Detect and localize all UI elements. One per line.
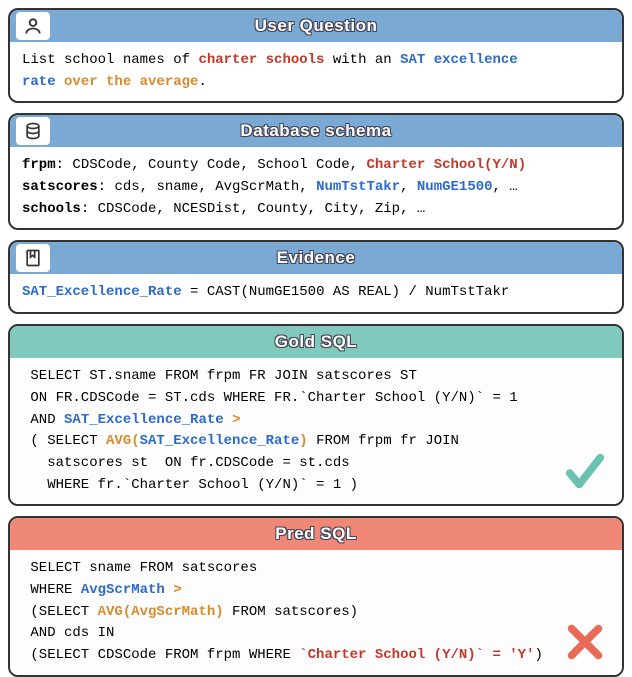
header-evidence: Evidence [10, 242, 622, 274]
text-span: ON FR.CDSCode = ST.cds WHERE FR.`Charter… [22, 390, 518, 406]
title-pred: Pred SQL [20, 524, 612, 544]
text-span: AvgScrMath [81, 582, 165, 598]
check-icon [562, 448, 608, 494]
text-span: . [198, 74, 206, 90]
title-schema: Database schema [20, 121, 612, 141]
text-span: FROM satscores) [224, 604, 358, 620]
code-line: List school names of charter schools wit… [22, 50, 610, 72]
text-span [224, 412, 232, 428]
text-span: WHERE [22, 582, 81, 598]
panel-pred-sql: Pred SQL SELECT sname FROM satscores WHE… [8, 516, 624, 676]
code-line: ON FR.CDSCode = ST.cds WHERE FR.`Charter… [22, 388, 610, 410]
text-span: ) [535, 647, 543, 663]
text-span: AVG(AvgScrMath) [98, 604, 224, 620]
table-name: frpm [22, 157, 56, 173]
text-span: SAT_Excellence_Rate [140, 433, 300, 449]
code-line: satscores st ON fr.CDSCode = st.cds [22, 453, 610, 475]
table-name: satscores [22, 179, 98, 195]
text-span: WHERE fr.`Charter School (Y/N)` = 1 ) [22, 477, 358, 493]
user-icon [16, 12, 50, 40]
text-span: SAT_Excellence_Rate [22, 284, 182, 300]
body-evidence: SAT_Excellence_Rate = CAST(NumGE1500 AS … [10, 274, 622, 312]
body-pred: SELECT sname FROM satscores WHERE AvgScr… [10, 550, 622, 674]
text-span: SAT_Excellence_Rate [64, 412, 224, 428]
body-user-question: List school names of charter schools wit… [10, 42, 622, 101]
title-gold: Gold SQL [20, 332, 612, 352]
text-span: with an [324, 52, 400, 68]
header-user-question: User Question [10, 10, 622, 42]
text-span: = CAST(NumGE1500 AS REAL) / NumTstTakr [182, 284, 510, 300]
code-line: WHERE AvgScrMath > [22, 580, 610, 602]
code-line: rate over the average. [22, 72, 610, 94]
code-line: AND cds IN [22, 623, 610, 645]
text-span: AND cds IN [22, 625, 114, 641]
header-schema: Database schema [10, 115, 622, 147]
header-gold: Gold SQL [10, 326, 622, 358]
panel-evidence: Evidence SAT_Excellence_Rate = CAST(NumG… [8, 240, 624, 314]
database-icon [16, 117, 50, 145]
schema-row: frpm: CDSCode, County Code, School Code,… [22, 155, 610, 177]
text-span: charter schools [198, 52, 324, 68]
text-span: SELECT sname FROM satscores [22, 560, 257, 576]
body-gold: SELECT ST.sname FROM frpm FR JOIN satsco… [10, 358, 622, 504]
text-span: > [173, 582, 181, 598]
text-span: > [232, 412, 240, 428]
table-name: schools [22, 201, 81, 217]
schema-row: schools: CDSCode, NCESDist, County, City… [22, 199, 610, 221]
panel-gold-sql: Gold SQL SELECT ST.sname FROM frpm FR JO… [8, 324, 624, 506]
title-user-question: User Question [20, 16, 612, 36]
code-line: (SELECT CDSCode FROM frpm WHERE `Charter… [22, 645, 610, 667]
text-span: ( SELECT [22, 433, 106, 449]
text-span: SAT excellence [400, 52, 518, 68]
panel-user-question: User Question List school names of chart… [8, 8, 624, 103]
text-span: over the average [64, 74, 198, 90]
text-span: (SELECT [22, 604, 98, 620]
panel-schema: Database schema frpm: CDSCode, County Co… [8, 113, 624, 230]
text-span: FROM frpm fr JOIN [308, 433, 459, 449]
bookmark-icon [16, 244, 50, 272]
schema-row: satscores: cds, sname, AvgScrMath, NumTs… [22, 177, 610, 199]
title-evidence: Evidence [20, 248, 612, 268]
text-span: SELECT ST.sname FROM frpm FR JOIN satsco… [22, 368, 417, 384]
code-line: SELECT sname FROM satscores [22, 558, 610, 580]
evidence-line: SAT_Excellence_Rate = CAST(NumGE1500 AS … [22, 282, 610, 304]
text-span: satscores st ON fr.CDSCode = st.cds [22, 455, 350, 471]
body-schema: frpm: CDSCode, County Code, School Code,… [10, 147, 622, 228]
text-span [165, 582, 173, 598]
text-span: AND [22, 412, 64, 428]
code-line: (SELECT AVG(AvgScrMath) FROM satscores) [22, 602, 610, 624]
code-line: WHERE fr.`Charter School (Y/N)` = 1 ) [22, 475, 610, 497]
text-span: rate [22, 74, 56, 90]
text-span: (SELECT CDSCode FROM frpm WHERE [22, 647, 299, 663]
header-pred: Pred SQL [10, 518, 622, 550]
code-line: ( SELECT AVG(SAT_Excellence_Rate) FROM f… [22, 431, 610, 453]
code-line: AND SAT_Excellence_Rate > [22, 410, 610, 432]
text-span: List school names of [22, 52, 198, 68]
text-span: AVG( [106, 433, 140, 449]
text-span: ) [299, 433, 307, 449]
text-span: `Charter School (Y/N)` = 'Y' [299, 647, 534, 663]
code-line: SELECT ST.sname FROM frpm FR JOIN satsco… [22, 366, 610, 388]
text-span [56, 74, 64, 90]
